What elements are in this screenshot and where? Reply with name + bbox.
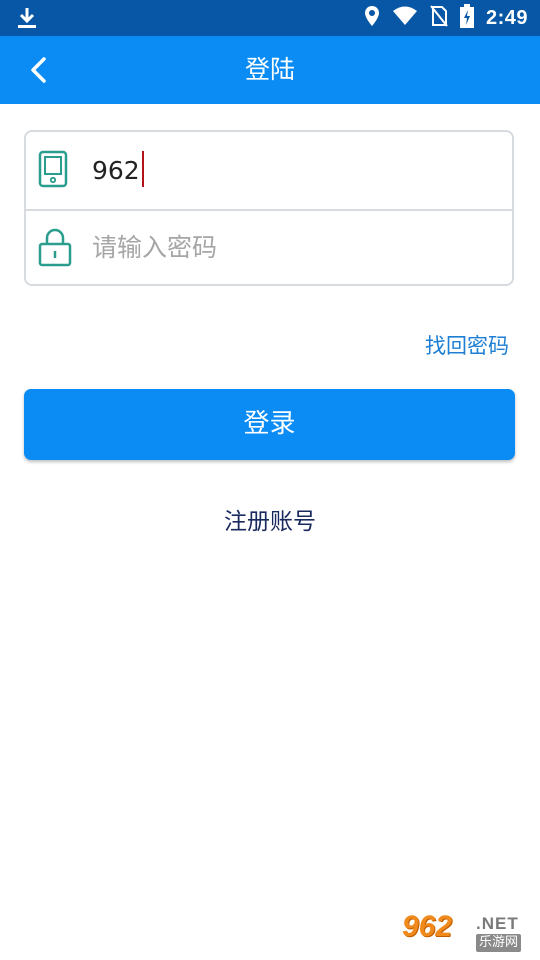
login-form: 962 bbox=[24, 130, 514, 286]
clock-time: 2:49 bbox=[485, 6, 528, 29]
page-title: 登陆 bbox=[244, 55, 295, 84]
app-bar: 登陆 bbox=[0, 36, 540, 104]
phone-row: 962 bbox=[26, 132, 512, 211]
phone-value: 962 bbox=[92, 156, 140, 185]
forgot-password-link[interactable]: 找回密码 bbox=[425, 328, 509, 364]
phone-icon bbox=[38, 150, 72, 190]
watermark-site-name: 乐游网 bbox=[476, 934, 522, 952]
status-bar: 2:49 bbox=[0, 0, 540, 36]
phone-input[interactable]: 962 bbox=[92, 132, 144, 209]
watermark-brand: 962 bbox=[402, 910, 453, 943]
register-link[interactable]: 注册账号 bbox=[0, 502, 540, 542]
battery-charging-icon bbox=[459, 4, 474, 32]
password-input[interactable] bbox=[92, 209, 492, 286]
watermark-suffix: .NET bbox=[476, 914, 519, 933]
no-sim-icon bbox=[430, 5, 448, 31]
text-caret bbox=[141, 151, 144, 187]
password-row bbox=[26, 209, 512, 286]
wifi-icon bbox=[392, 6, 418, 30]
lock-icon bbox=[38, 227, 72, 267]
download-icon bbox=[16, 6, 38, 34]
status-icons: 2:49 bbox=[364, 0, 528, 36]
login-button[interactable]: 登录 bbox=[24, 389, 515, 460]
watermark-logo: 962 .NET 乐游网 bbox=[402, 910, 534, 956]
location-icon bbox=[364, 5, 380, 31]
